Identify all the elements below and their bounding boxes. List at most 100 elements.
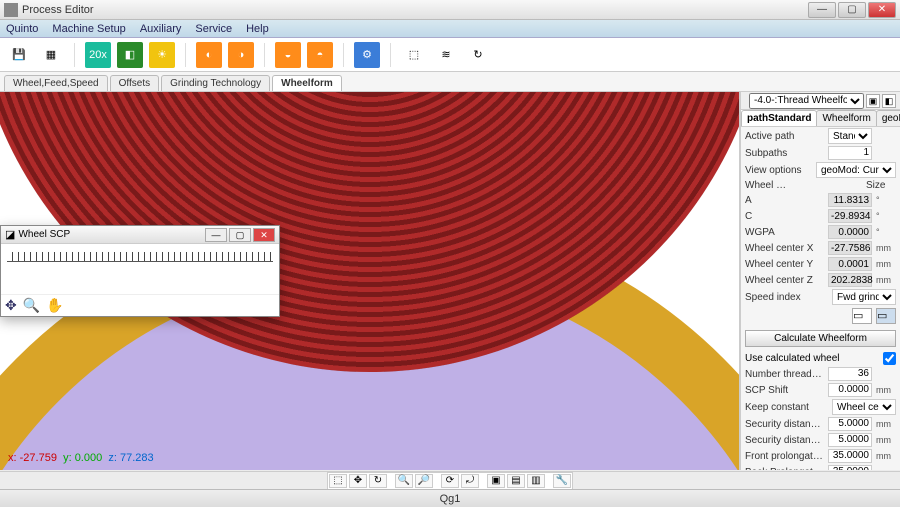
minimize-button[interactable]: — — [808, 2, 836, 18]
view-iso-icon[interactable]: ▥ — [527, 474, 545, 488]
a-value: 11.8313 — [828, 193, 872, 207]
tool-table-icon[interactable]: ▦ — [38, 42, 64, 68]
side-tab-geomod[interactable]: geoMod — [876, 110, 900, 126]
threads-input[interactable] — [828, 367, 872, 381]
sec2-input[interactable] — [828, 433, 872, 447]
util-btn-1[interactable]: ▭ — [852, 308, 872, 324]
subpaths-label: Subpaths — [745, 148, 824, 159]
wheel-scp-close[interactable]: ✕ — [253, 228, 275, 242]
property-grid: Active path Standard Subpaths View option… — [741, 127, 900, 470]
tool-20x-icon[interactable]: 20x — [85, 42, 111, 68]
coord-x: -27.759 — [20, 452, 57, 464]
wheel-scp-title: Wheel SCP — [18, 229, 203, 240]
tool-c-icon[interactable]: ◒ — [275, 42, 301, 68]
side-tab-wheelform[interactable]: Wheelform — [816, 110, 876, 126]
wheel-scp-toolbar: ✥ 🔍 ✋ — [1, 294, 279, 316]
menu-service[interactable]: Service — [195, 23, 232, 35]
wheel-scp-minimize[interactable]: — — [205, 228, 227, 242]
tool-d-icon[interactable]: ◓ — [307, 42, 333, 68]
size-label: Size — [866, 180, 896, 191]
menu-quinto[interactable]: Quinto — [6, 23, 38, 35]
subpaths-input[interactable] — [828, 146, 872, 160]
close-button[interactable]: ✕ — [868, 2, 896, 18]
tab-offsets[interactable]: Offsets — [110, 75, 160, 91]
tool-e-icon[interactable]: ⬚ — [401, 42, 427, 68]
main-toolbar: 💾 ▦ 20x ◧ ☀ ◐ ◑ ◒ ◓ ⚙ ⬚ ≋ ↻ — [0, 38, 900, 72]
context-dropdown[interactable]: -4.0-:Thread Wheelform (Gap) — [749, 93, 864, 109]
context-btn-b[interactable]: ◧ — [882, 94, 896, 108]
view-options-label: View options — [745, 165, 812, 176]
view-refresh-icon[interactable]: ⟳ — [441, 474, 459, 488]
side-tab-pathstandard[interactable]: pathStandard — [741, 110, 817, 126]
maximize-button[interactable]: ▢ — [838, 2, 866, 18]
tool-sun-icon[interactable]: ☀ — [149, 42, 175, 68]
sec1-input[interactable] — [828, 417, 872, 431]
tab-wheelform[interactable]: Wheelform — [272, 75, 342, 91]
tab-wheel-feed-speed[interactable]: Wheel,Feed,Speed — [4, 75, 108, 91]
scp-waveform — [7, 252, 273, 262]
sec2-label: Security distance 2 — [745, 435, 824, 446]
front-input[interactable] — [828, 449, 872, 463]
scpshift-label: SCP Shift — [745, 385, 824, 396]
view-move-icon[interactable]: ✥ — [349, 474, 367, 488]
view-rotate2-icon[interactable]: ⤾ — [461, 474, 479, 488]
scp-zoom-icon[interactable]: 🔍 — [23, 297, 40, 314]
use-calc-checkbox[interactable] — [883, 352, 896, 365]
statusbar: Qg1 — [0, 489, 900, 507]
menu-machine-setup[interactable]: Machine Setup — [52, 23, 125, 35]
keepconst-label: Keep constant — [745, 402, 828, 413]
wcy-label: Wheel center Y — [745, 259, 824, 270]
wheel-scp-window[interactable]: ◪ Wheel SCP — ▢ ✕ ✥ 🔍 ✋ — [0, 225, 280, 317]
calculate-wheelform-button[interactable]: Calculate Wheelform — [745, 330, 896, 347]
status-text: Qg1 — [440, 493, 461, 505]
view-zoom-in-icon[interactable]: 🔍 — [395, 474, 413, 488]
tool-gear-icon[interactable]: ⚙ — [354, 42, 380, 68]
side-panel: -4.0-:Thread Wheelform (Gap) ▣ ◧ pathSta… — [740, 92, 900, 470]
tool-g-icon[interactable]: ↻ — [465, 42, 491, 68]
tool-chart-icon[interactable]: ◧ — [117, 42, 143, 68]
view-front-icon[interactable]: ⬚ — [329, 474, 347, 488]
menubar: Quinto Machine Setup Auxiliary Service H… — [0, 20, 900, 38]
view-sep-1 — [389, 474, 393, 488]
wgpa-label: WGPA — [745, 227, 824, 238]
view-top-icon[interactable]: ▣ — [487, 474, 505, 488]
speed-index-select[interactable]: Fwd grinding — [832, 289, 896, 305]
coord-y: 0.000 — [75, 452, 103, 464]
active-path-label: Active path — [745, 131, 824, 142]
view-zoom-out-icon[interactable]: 🔎 — [415, 474, 433, 488]
wheel-scp-titlebar[interactable]: ◪ Wheel SCP — ▢ ✕ — [1, 226, 279, 244]
window-title: Process Editor — [22, 4, 808, 16]
wcx-label: Wheel center X — [745, 243, 824, 254]
wcz-value: 202.2838 — [828, 273, 872, 287]
tool-f-icon[interactable]: ≋ — [433, 42, 459, 68]
context-btn-a[interactable]: ▣ — [866, 94, 880, 108]
view-options-select[interactable]: geoMod: Current posit… — [816, 162, 896, 178]
c-label: C — [745, 211, 824, 222]
menu-help[interactable]: Help — [246, 23, 269, 35]
wheel-label: Wheel … — [745, 180, 838, 191]
tab-grinding-technology[interactable]: Grinding Technology — [161, 75, 270, 91]
back-label: Back Prolongation — [745, 467, 824, 471]
view-side-icon[interactable]: ▤ — [507, 474, 525, 488]
tool-a-icon[interactable]: ◐ — [196, 42, 222, 68]
scp-move-icon[interactable]: ✥ — [5, 297, 17, 314]
util-btn-2[interactable]: ▭ — [876, 308, 896, 324]
keepconst-select[interactable]: Wheel centerY — [832, 399, 896, 415]
titlebar: Process Editor — ▢ ✕ — [0, 0, 900, 20]
scp-hand-icon[interactable]: ✋ — [46, 297, 63, 314]
view-rotate-icon[interactable]: ↻ — [369, 474, 387, 488]
view-sep-4 — [547, 474, 551, 488]
view-settings-icon[interactable]: 🔧 — [553, 474, 571, 488]
active-path-select[interactable]: Standard — [828, 128, 872, 144]
scpshift-input[interactable] — [828, 383, 872, 397]
c-value: -29.8934 — [828, 209, 872, 223]
app-icon — [4, 3, 18, 17]
view-toolbar: ⬚ ✥ ↻ 🔍 🔎 ⟳ ⤾ ▣ ▤ ▥ 🔧 — [0, 471, 900, 489]
menu-auxiliary[interactable]: Auxiliary — [140, 23, 182, 35]
back-input[interactable] — [828, 465, 872, 470]
coord-z: 77.283 — [120, 452, 154, 464]
tool-save-icon[interactable]: 💾 — [6, 42, 32, 68]
wheel-scp-maximize[interactable]: ▢ — [229, 228, 251, 242]
tool-b-icon[interactable]: ◑ — [228, 42, 254, 68]
wheel-scp-chart — [1, 244, 279, 294]
